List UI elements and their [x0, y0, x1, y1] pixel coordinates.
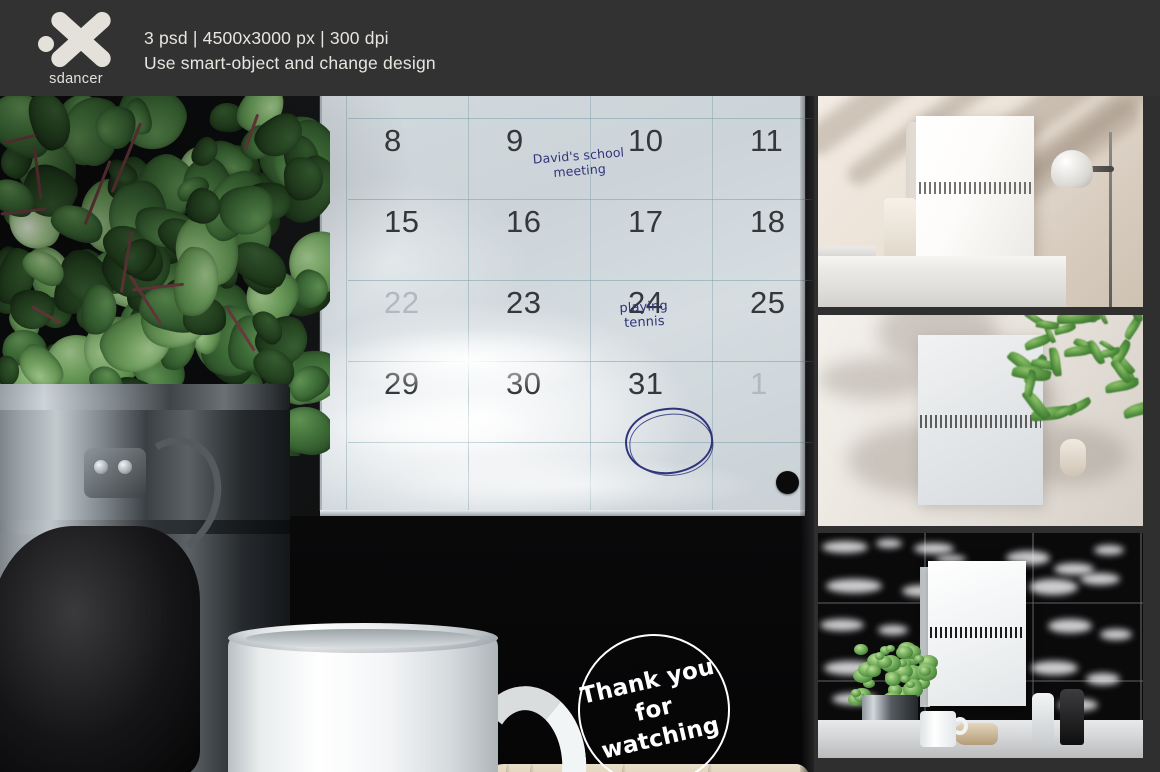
calendar-grid: 8 9 David's school meeting 10 11 15 16 17 18 22 23…	[322, 96, 814, 510]
thumb3-light-reflection	[1100, 629, 1132, 640]
thumb3-leaf	[884, 672, 902, 686]
calendar-row-line	[348, 442, 814, 443]
header-spec-line: 3 psd | 4500x3000 px | 300 dpi	[144, 28, 389, 48]
thumb3-light-reflection	[1048, 619, 1092, 633]
thumb3-mug	[920, 711, 956, 747]
calendar-day-cell: 16	[468, 199, 590, 280]
bucket-rim	[0, 384, 290, 410]
calendar-day-number: 15	[384, 204, 420, 239]
thumb3-light-reflection	[1094, 545, 1124, 555]
calendar-day-cell: 29	[346, 361, 468, 442]
rivet-icon	[94, 460, 108, 474]
x-mark-logo-icon	[30, 8, 122, 71]
mockup-preview-page: sdancer 3 psd | 4500x3000 px | 300 dpi U…	[0, 0, 1160, 772]
wall-scene-thumbnail[interactable]	[818, 315, 1143, 526]
calendar-day-cell: 23	[468, 280, 590, 361]
thumb2-leaf	[1103, 377, 1139, 395]
brand-logo-block: sdancer	[30, 8, 122, 92]
thumb3-black-grinder	[1060, 689, 1084, 745]
thumb3-light-reflection	[878, 625, 908, 635]
calendar-day-number: 29	[384, 366, 420, 401]
thumb3-plant	[848, 641, 939, 709]
calendar-day-number: 8	[384, 123, 402, 158]
brand-name: sdancer	[49, 71, 103, 87]
thumb1-desk	[818, 256, 1066, 307]
calendar-day-cell: 9 David's school meeting	[468, 118, 625, 199]
calendar-day-number: 9	[506, 123, 524, 158]
calendar-day-number: 16	[506, 204, 542, 239]
thumb3-white-grinder	[1032, 693, 1054, 745]
dark-kitchen-thumbnail[interactable]	[818, 533, 1143, 758]
board-bottom-edge	[320, 510, 805, 516]
thumb3-light-reflection	[876, 539, 902, 548]
thumb2-leaf	[1057, 315, 1096, 325]
calendar-board: 8 9 David's school meeting 10 11 15 16 17 18 22 23…	[320, 96, 814, 510]
mug-inner-rim	[246, 629, 480, 648]
thumb3-light-reflection	[822, 541, 868, 553]
round-magnet-icon	[776, 471, 799, 494]
dark-foreground-mass	[0, 526, 200, 772]
calendar-day-cell: 1	[712, 361, 814, 442]
thumb3-light-reflection	[1080, 573, 1120, 585]
hero-right-edge	[800, 96, 814, 772]
thumb3-leaf	[854, 643, 868, 655]
hero-image: 8 9 David's school meeting 10 11 15 16 17 18 22 23…	[0, 96, 814, 772]
thumb1-lamp-pole	[1109, 132, 1112, 307]
thumb3-leaf	[914, 654, 925, 663]
calendar-day-cell: 15	[346, 199, 468, 280]
thumb2-leaf	[1122, 398, 1143, 420]
thumb3-light-reflection	[914, 543, 954, 554]
desk-scene-thumbnail[interactable]	[818, 96, 1143, 307]
thumb1-vase	[884, 198, 916, 260]
thumb3-leaf	[885, 644, 896, 653]
content-area: 8 9 David's school meeting 10 11 15 16 17 18 22 23…	[0, 96, 1160, 772]
calendar-day-number: 30	[506, 366, 542, 401]
thumb3-light-reflection	[1086, 673, 1120, 685]
calendar-day-number: 10	[628, 123, 664, 158]
white-mug	[228, 633, 498, 772]
thumbnail-column	[818, 96, 1160, 772]
thumb2-leaves	[1003, 315, 1143, 429]
header-instruction-line: Use smart-object and change design	[144, 53, 436, 73]
thumb3-light-reflection	[1030, 661, 1078, 675]
calendar-day-cell: 18	[712, 199, 814, 280]
thumb3-light-reflection	[820, 619, 864, 631]
thumb3-light-reflection	[826, 579, 882, 593]
calendar-day-cell: 25	[712, 280, 814, 361]
calendar-day-cell: 11	[712, 118, 814, 199]
calendar-day-cell: 24 playing tennis	[590, 280, 712, 361]
thumb1-lamp-head	[1051, 150, 1093, 188]
calendar-handwritten-note: playing tennis	[619, 298, 669, 332]
thumb3-perforation	[930, 627, 1024, 638]
thumb3-light-reflection	[1028, 579, 1078, 595]
calendar-day-cell: 8	[346, 118, 468, 199]
header-info-text: 3 psd | 4500x3000 px | 300 dpi Use smart…	[144, 26, 436, 76]
calendar-day-cell: 22	[346, 280, 468, 361]
calendar-day-number: 11	[750, 123, 784, 158]
thumb3-leaf	[851, 689, 861, 697]
thumb3-leaf	[874, 652, 885, 660]
calendar-day-number: 25	[750, 285, 786, 320]
calendar-day-number: 23	[506, 285, 542, 320]
thumb2-knob	[1060, 439, 1086, 477]
calendar-day-cell: 17	[590, 199, 712, 280]
calendar-day-number: 18	[750, 204, 786, 239]
calendar-day-number: 22	[384, 285, 420, 320]
thumb3-leaf	[918, 666, 931, 676]
header-bar: sdancer 3 psd | 4500x3000 px | 300 dpi U…	[0, 0, 1160, 96]
logo-dot-icon	[38, 36, 54, 52]
thumb1-perforation	[919, 182, 1031, 194]
calendar-day-cell: 30	[468, 361, 590, 442]
calendar-day-number: 31	[628, 366, 664, 401]
calendar-day-cell: 10	[590, 118, 712, 199]
calendar-day-number: 17	[628, 204, 664, 239]
calendar-day-number: 1	[750, 366, 768, 401]
